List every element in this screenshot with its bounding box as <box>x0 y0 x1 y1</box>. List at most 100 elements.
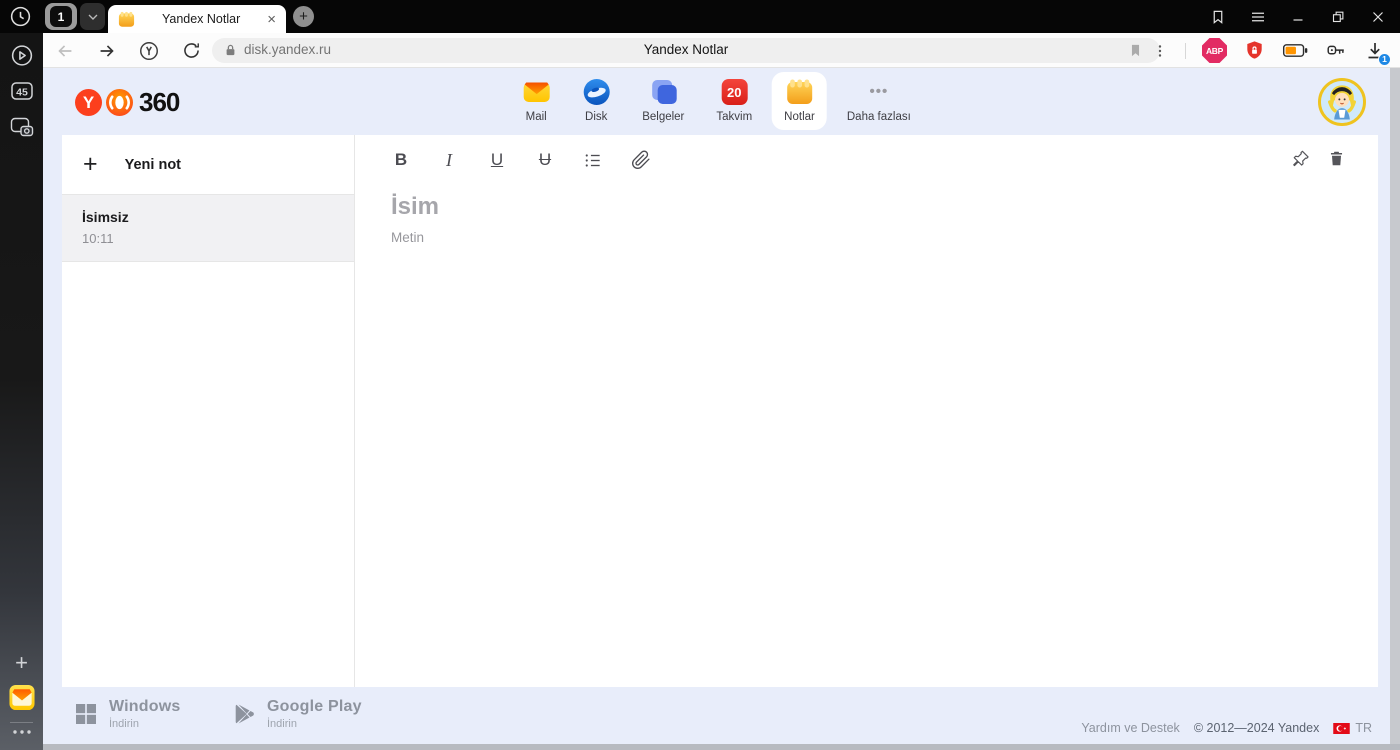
minimize-window-icon[interactable] <box>1289 8 1307 26</box>
bookmarks-panel-icon[interactable] <box>1209 8 1227 26</box>
calendar-day-badge: 20 <box>721 79 748 105</box>
video-play-icon[interactable] <box>9 43 34 68</box>
underline-button[interactable]: U <box>487 148 507 172</box>
documents-icon <box>649 78 677 106</box>
page-scrollbar[interactable] <box>1390 68 1400 744</box>
logo-360-text: 360 <box>139 87 180 117</box>
store-title: Google Play <box>267 698 362 715</box>
help-support-link[interactable]: Yardım ve Destek <box>1081 721 1179 735</box>
svg-text:45: 45 <box>16 87 28 99</box>
note-body-placeholder[interactable]: Metin <box>391 230 1378 245</box>
nav-item-belgeler[interactable]: Belgeler <box>630 72 696 130</box>
restore-window-icon[interactable] <box>1329 8 1347 26</box>
url-field[interactable]: disk.yandex.ru Yandex Notlar <box>212 38 1160 63</box>
window-bottom-edge <box>43 744 1400 750</box>
protect-shield-icon[interactable] <box>1243 39 1266 62</box>
plus-icon: + <box>83 150 98 178</box>
yandex360-header: Y 360 Mail Disk Belgeler 20 Takvim Notla… <box>43 68 1390 135</box>
note-editor: B I U U İsim Metin <box>355 135 1378 687</box>
strikethrough-button[interactable]: U <box>535 148 555 172</box>
google-play-download-link[interactable]: Google Play İndirin <box>233 698 362 730</box>
more-dots-icon: ••• <box>869 83 889 100</box>
web-page: Y 360 Mail Disk Belgeler 20 Takvim Notla… <box>43 68 1400 750</box>
yandex-y-logo-icon: Y <box>75 89 102 116</box>
extensions-menu-icon[interactable] <box>1151 42 1169 60</box>
new-note-button[interactable]: + Yeni not <box>62 135 354 195</box>
tab-counter-value: 1 <box>50 6 72 27</box>
store-subtitle: İndirin <box>109 718 139 730</box>
windows-download-link[interactable]: Windows İndirin <box>75 698 180 730</box>
yandex-services-icon[interactable] <box>137 39 161 63</box>
360-circle-icon <box>106 89 133 116</box>
yandex360-logo[interactable]: Y 360 <box>75 87 180 118</box>
browser-sidebar: 45 + <box>0 33 43 750</box>
store-title: Windows <box>109 698 181 715</box>
services-nav: Mail Disk Belgeler 20 Takvim Notlar ••• … <box>510 72 923 130</box>
google-play-logo-icon <box>233 703 255 725</box>
notes-icon <box>786 78 814 106</box>
nav-label: Notlar <box>784 111 815 123</box>
browser-menu-icon[interactable] <box>1249 8 1267 26</box>
note-title-placeholder[interactable]: İsim <box>391 193 1378 221</box>
note-title: İsimsiz <box>82 209 129 225</box>
nav-label: Belgeler <box>642 111 685 123</box>
nav-label: Mail <box>525 111 547 123</box>
adblock-plus-icon[interactable]: ABP <box>1202 38 1227 63</box>
notes-list-panel: + Yeni not İsimsiz 10:11 <box>62 135 355 687</box>
tab-counter-button[interactable]: 1 <box>45 3 77 30</box>
browser-tab[interactable]: Yandex Notlar × <box>108 5 286 33</box>
turkey-flag-icon <box>1333 722 1351 734</box>
yandex-mail-app-icon[interactable] <box>8 684 35 711</box>
divider <box>10 722 33 723</box>
nav-label: Daha fazlası <box>846 111 911 123</box>
sidebar-more-icon[interactable] <box>10 727 34 737</box>
nav-label: Disk <box>585 111 608 123</box>
bullet-list-button[interactable] <box>583 148 603 172</box>
tabs-count-badge[interactable]: 45 <box>9 79 35 103</box>
close-window-icon[interactable] <box>1369 8 1387 26</box>
user-avatar[interactable] <box>1318 78 1366 126</box>
nav-item-disk[interactable]: Disk <box>570 72 622 130</box>
bookmark-flag-icon[interactable] <box>1127 42 1144 59</box>
nav-item-mail[interactable]: Mail <box>510 72 562 130</box>
attach-file-button[interactable] <box>631 148 651 172</box>
tab-favicon-note-icon <box>118 11 135 28</box>
delete-note-button[interactable] <box>1327 149 1346 169</box>
page-footer: Windows İndirin Google Play İndirin Yard… <box>43 687 1390 744</box>
new-tab-button[interactable]: + <box>293 6 314 27</box>
downloads-icon[interactable]: 1 <box>1363 39 1391 66</box>
nav-item-daha-fazlasi[interactable]: ••• Daha fazlası <box>835 72 923 130</box>
history-clock-icon[interactable] <box>8 4 33 29</box>
pin-note-button[interactable] <box>1291 149 1311 169</box>
note-list-item[interactable]: İsimsiz 10:11 <box>62 195 354 262</box>
sidebar-add-icon[interactable]: + <box>15 650 28 676</box>
battery-icon[interactable] <box>1282 42 1309 59</box>
new-note-label: Yeni not <box>124 156 182 173</box>
disk-icon <box>582 78 610 106</box>
editor-toolbar: B I U U <box>355 135 1378 172</box>
copyright-text: © 2012—2024 Yandex <box>1193 721 1320 735</box>
avatar-girl-illustration <box>1321 81 1363 123</box>
mail-icon <box>522 78 550 106</box>
screenshot-camera-icon[interactable] <box>9 115 35 139</box>
nav-item-takvim[interactable]: 20 Takvim <box>704 72 764 130</box>
tab-title: Yandex Notlar <box>161 12 241 26</box>
note-timestamp: 10:11 <box>82 231 114 246</box>
notes-app-content: + Yeni not İsimsiz 10:11 B I U U İsim Me… <box>62 135 1378 687</box>
address-bar: disk.yandex.ru Yandex Notlar ABP 1 <box>43 33 1400 68</box>
download-count-badge: 1 <box>1378 52 1391 66</box>
forward-icon[interactable] <box>95 39 119 63</box>
language-selector[interactable]: TR <box>1333 721 1372 735</box>
tab-list-chevron-button[interactable] <box>80 3 105 30</box>
divider <box>1185 42 1186 59</box>
nav-item-notlar[interactable]: Notlar <box>772 72 827 130</box>
tab-close-icon[interactable]: × <box>267 12 276 27</box>
password-key-icon[interactable] <box>1325 40 1347 62</box>
locale-label: TR <box>1355 721 1372 735</box>
bold-button[interactable]: B <box>391 148 411 172</box>
italic-button[interactable]: I <box>439 148 459 172</box>
calendar-icon: 20 <box>720 78 748 106</box>
back-icon[interactable] <box>53 39 77 63</box>
page-title: Yandex Notlar <box>643 42 729 57</box>
reload-icon[interactable] <box>179 39 203 63</box>
